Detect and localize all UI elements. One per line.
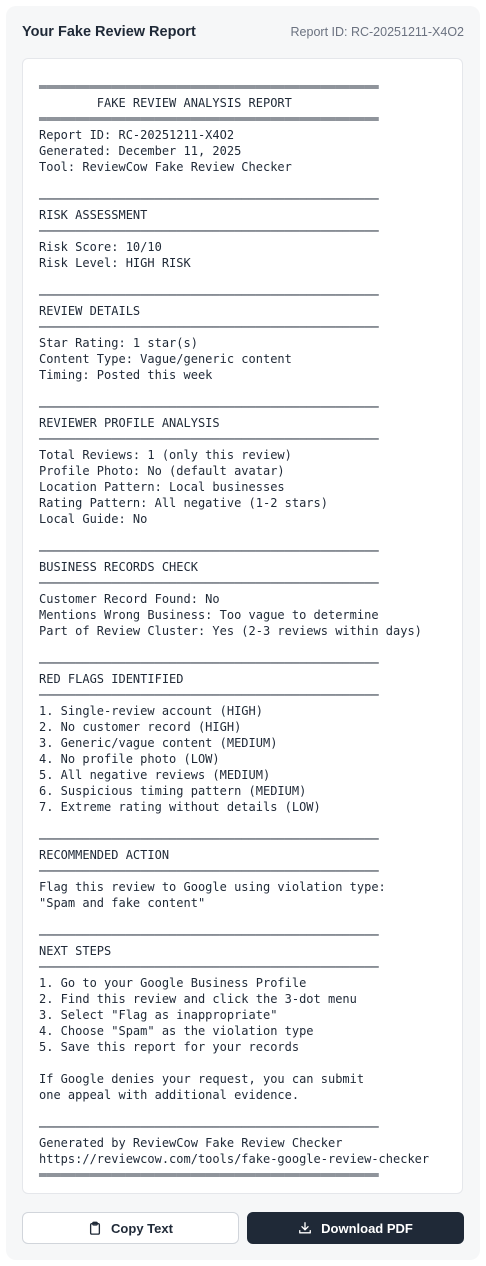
report-card: Your Fake Review Report Report ID: RC-20… [6,6,480,1260]
download-icon [298,1221,312,1235]
copy-text-label: Copy Text [111,1220,173,1236]
report-title: Your Fake Review Report [22,24,196,40]
download-pdf-label: Download PDF [321,1220,413,1236]
report-header: Your Fake Review Report Report ID: RC-20… [22,20,464,44]
report-text-panel: ════════════════════════════════════════… [22,58,463,1194]
clipboard-icon [88,1221,102,1235]
copy-text-button[interactable]: Copy Text [22,1212,239,1244]
download-pdf-button[interactable]: Download PDF [247,1212,464,1244]
report-text: ════════════════════════════════════════… [39,80,430,1182]
report-id: Report ID: RC-20251211-X4O2 [290,25,464,39]
